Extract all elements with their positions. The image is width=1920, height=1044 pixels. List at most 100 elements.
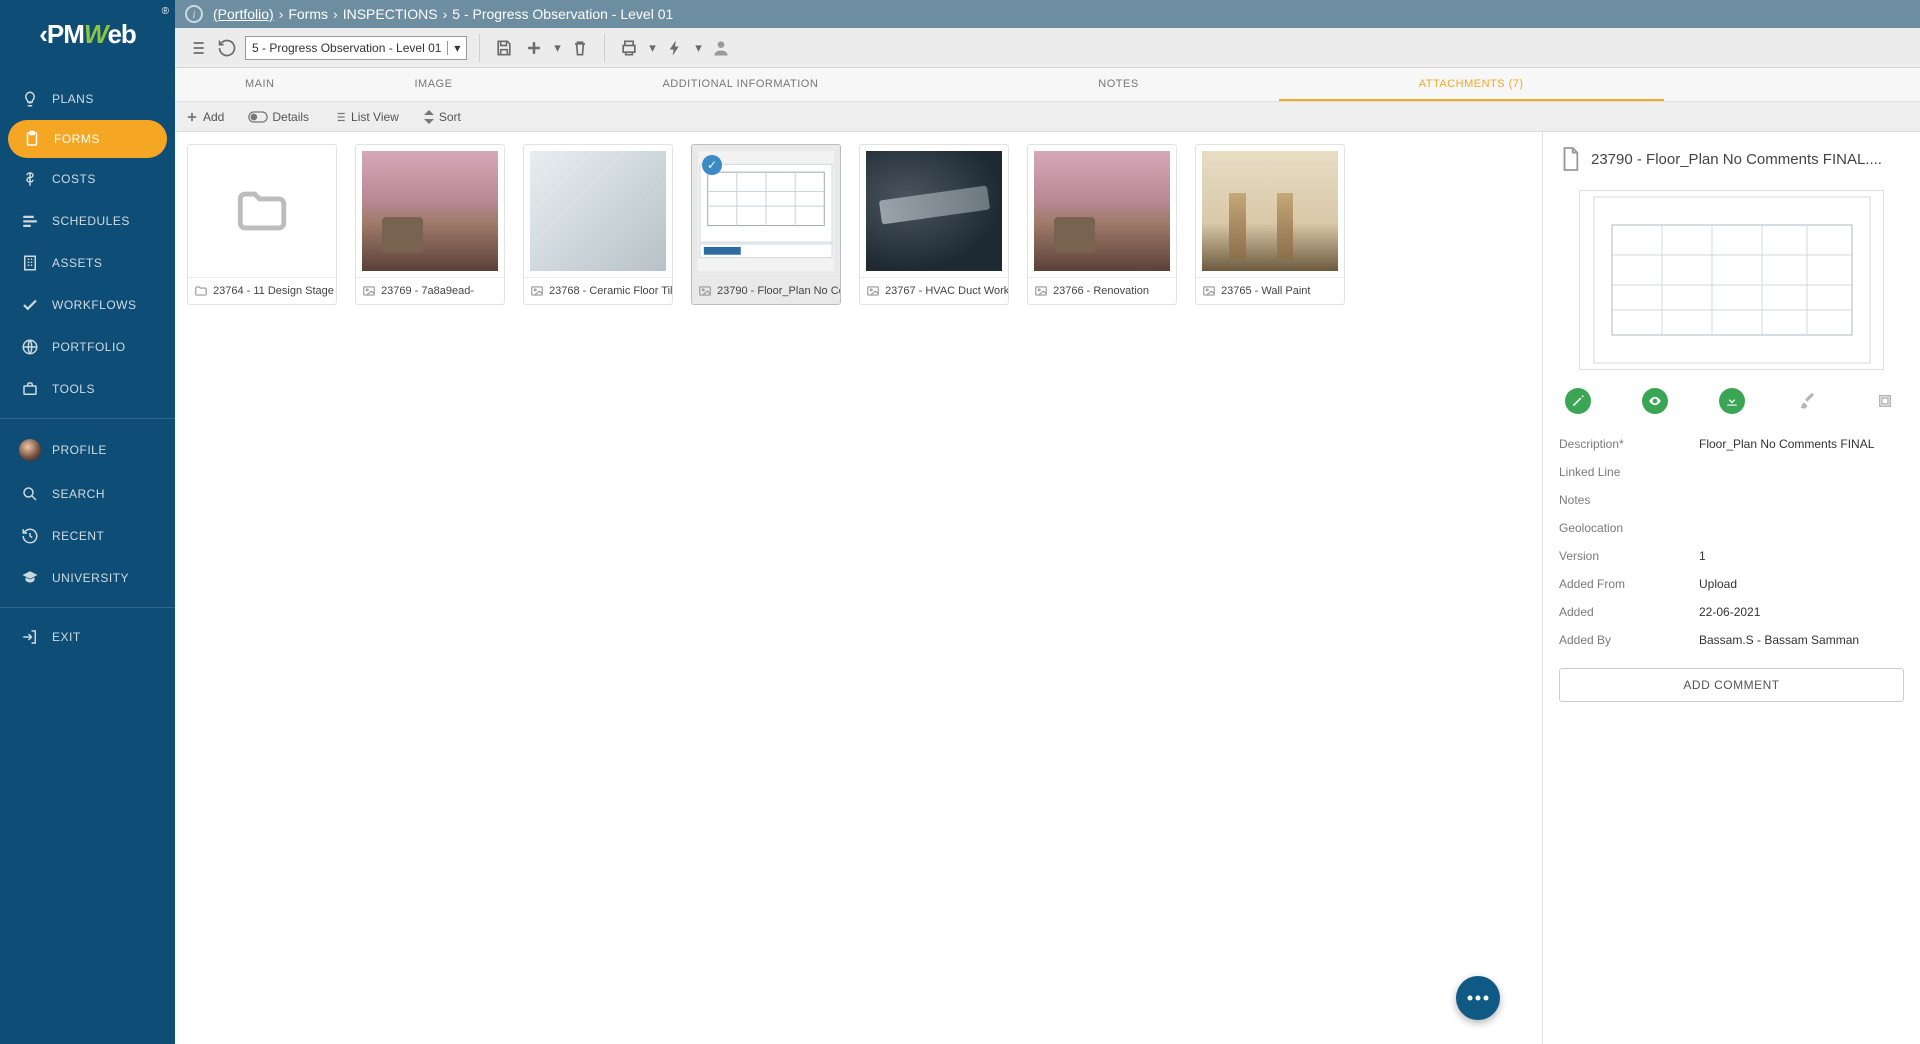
sidebar-item-costs[interactable]: COSTS	[0, 158, 175, 200]
record-selector[interactable]: 5 - Progress Observation - Level 01 ▾	[245, 36, 467, 60]
sidebar-item-portfolio[interactable]: PORTFOLIO	[0, 326, 175, 368]
attachment-card[interactable]: 23769 - 7a8a9ead-	[355, 144, 505, 305]
chevron-down-icon: ▾	[447, 41, 460, 55]
add-dropdown-icon[interactable]: ▾	[552, 36, 562, 60]
folder-icon	[227, 182, 297, 240]
add-comment-button[interactable]: ADD COMMENT	[1559, 668, 1904, 702]
toggle-icon	[248, 111, 268, 123]
add-icon[interactable]	[522, 36, 546, 60]
pdf-icon	[1559, 146, 1581, 172]
attachment-label: 23768 - Ceramic Floor Tiling	[549, 285, 672, 297]
thumbnail	[362, 151, 498, 271]
list-icon	[333, 110, 347, 124]
plus-icon	[185, 110, 199, 124]
bolt-icon[interactable]	[663, 36, 687, 60]
print-icon[interactable]	[617, 36, 641, 60]
details-toggle[interactable]: Details	[248, 110, 309, 124]
clipboard-icon	[20, 130, 44, 148]
info-icon[interactable]: i	[185, 5, 203, 23]
sidebar-item-label: EXIT	[52, 630, 81, 644]
delete-icon[interactable]	[568, 36, 592, 60]
image-icon	[530, 284, 544, 298]
breadcrumb-segment: 5 - Progress Observation - Level 01	[452, 6, 673, 22]
fab-more[interactable]	[1456, 976, 1500, 1020]
history-icon	[18, 527, 42, 545]
prop-added: 22-06-2021	[1699, 605, 1760, 619]
tabs: MAIN IMAGE ADDITIONAL INFORMATION NOTES …	[175, 68, 1920, 102]
detail-properties: Description*Floor_Plan No Comments FINAL…	[1559, 430, 1904, 654]
edit-action[interactable]	[1565, 388, 1591, 414]
briefcase-icon	[18, 380, 42, 398]
breadcrumb-segment[interactable]: Forms	[288, 6, 328, 22]
graduation-icon	[18, 569, 42, 587]
sidebar-item-forms[interactable]: FORMS	[8, 120, 167, 158]
prop-version: 1	[1699, 549, 1706, 563]
save-icon[interactable]	[492, 36, 516, 60]
breadcrumb-root[interactable]: (Portfolio)	[213, 6, 274, 22]
attachment-card[interactable]: 23766 - Renovation	[1027, 144, 1177, 305]
add-button[interactable]: Add	[185, 110, 224, 124]
thumbnail	[530, 151, 666, 271]
attachment-label: 23764 - 11 Design Stage	[213, 285, 334, 297]
sidebar-item-tools[interactable]: TOOLS	[0, 368, 175, 410]
view-action[interactable]	[1642, 388, 1668, 414]
sidebar-item-label: PROFILE	[52, 443, 107, 457]
prop-added-by: Bassam.S - Bassam Samman	[1699, 633, 1859, 647]
image-icon	[698, 284, 712, 298]
sidebar-item-label: SEARCH	[52, 487, 105, 501]
list-view-button[interactable]: List View	[333, 110, 399, 124]
sort-button[interactable]: Sort	[423, 110, 461, 124]
sidebar-item-exit[interactable]: EXIT	[0, 616, 175, 658]
sidebar-item-plans[interactable]: PLANS	[0, 78, 175, 120]
attachment-label: 23766 - Renovation	[1053, 285, 1149, 297]
search-icon	[18, 485, 42, 503]
download-action[interactable]	[1719, 388, 1745, 414]
attachment-card[interactable]: 23768 - Ceramic Floor Tiling	[523, 144, 673, 305]
toolbar: 5 - Progress Observation - Level 01 ▾ ▾ …	[175, 28, 1920, 68]
history-icon[interactable]	[215, 36, 239, 60]
sidebar-item-recent[interactable]: RECENT	[0, 515, 175, 557]
attachment-label: 23790 - Floor_Plan No Com...	[717, 285, 840, 297]
sidebar-item-schedules[interactable]: SCHEDULES	[0, 200, 175, 242]
sidebar-item-label: COSTS	[52, 172, 96, 186]
thumbnail	[1034, 151, 1170, 271]
exit-icon	[18, 628, 42, 646]
image-icon	[1202, 284, 1216, 298]
crop-action[interactable]	[1872, 388, 1898, 414]
sidebar-item-profile[interactable]: PROFILE	[0, 427, 175, 473]
attachment-label: 23769 - 7a8a9ead-	[381, 285, 474, 297]
globe-icon	[18, 338, 42, 356]
prop-description: Floor_Plan No Comments FINAL	[1699, 437, 1874, 451]
lightbulb-icon	[18, 90, 42, 108]
attachment-card[interactable]: 23767 - HVAC Duct Work	[859, 144, 1009, 305]
sidebar-item-workflows[interactable]: WORKFLOWS	[0, 284, 175, 326]
image-icon	[362, 284, 376, 298]
sidebar-item-university[interactable]: UNIVERSITY	[0, 557, 175, 599]
prop-added-from: Upload	[1699, 577, 1737, 591]
sort-icon	[423, 110, 435, 124]
print-dropdown-icon[interactable]: ▾	[647, 36, 657, 60]
attachment-card[interactable]: 23765 - Wall Paint	[1195, 144, 1345, 305]
attachment-label: 23767 - HVAC Duct Work	[885, 285, 1008, 297]
detail-title: 23790 - Floor_Plan No Comments FINAL....	[1591, 151, 1882, 168]
tab-additional-info[interactable]: ADDITIONAL INFORMATION	[522, 68, 958, 101]
list-icon[interactable]	[185, 36, 209, 60]
sidebar-item-label: SCHEDULES	[52, 214, 130, 228]
sidebar-item-search[interactable]: SEARCH	[0, 473, 175, 515]
check-icon	[18, 296, 42, 314]
logo[interactable]: ‹PMWeb ®	[0, 0, 175, 68]
breadcrumb-segment[interactable]: INSPECTIONS	[343, 6, 438, 22]
tab-image[interactable]: IMAGE	[345, 68, 523, 101]
tab-main[interactable]: MAIN	[175, 68, 345, 101]
sidebar-item-label: ASSETS	[52, 256, 102, 270]
user-icon[interactable]	[709, 36, 733, 60]
tab-attachments[interactable]: ATTACHMENTS (7)	[1279, 68, 1664, 101]
detail-preview[interactable]	[1579, 190, 1884, 370]
tab-notes[interactable]: NOTES	[958, 68, 1278, 101]
attachment-card[interactable]: ✓	[691, 144, 841, 305]
sidebar: ‹PMWeb ® PLANS FORMS COSTS	[0, 0, 175, 1044]
attachment-card[interactable]: 23764 - 11 Design Stage	[187, 144, 337, 305]
sidebar-item-assets[interactable]: ASSETS	[0, 242, 175, 284]
bolt-dropdown-icon[interactable]: ▾	[693, 36, 703, 60]
brush-action[interactable]	[1795, 388, 1821, 414]
